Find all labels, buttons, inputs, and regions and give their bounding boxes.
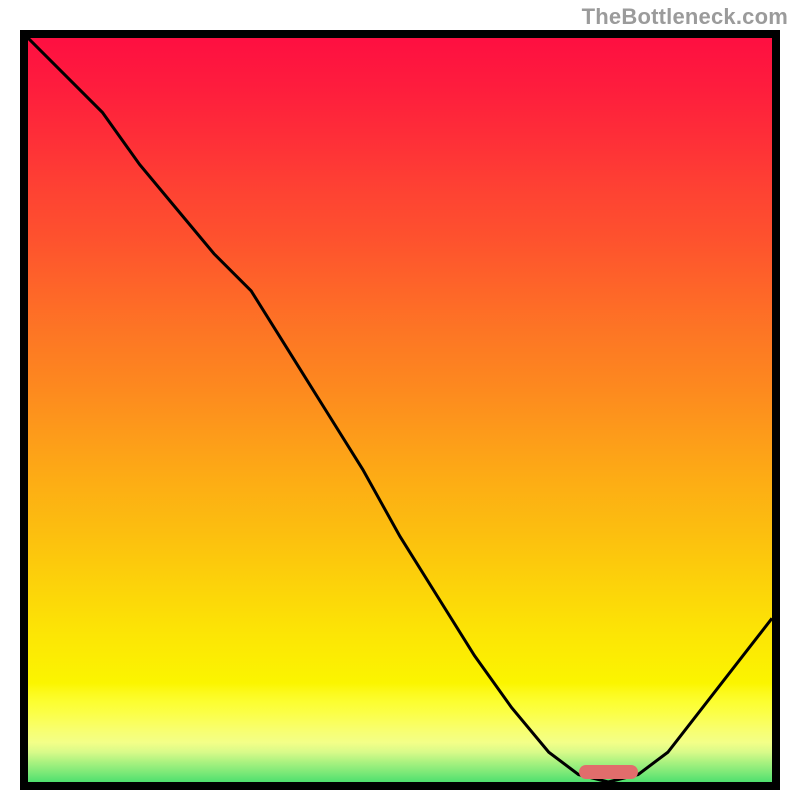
- watermark-label: TheBottleneck.com: [582, 4, 788, 30]
- plot-area: [28, 38, 772, 782]
- plot-border: [20, 30, 780, 790]
- optimal-zone-marker: [579, 765, 639, 779]
- data-curve: [28, 38, 772, 782]
- chart-frame: TheBottleneck.com: [0, 0, 800, 800]
